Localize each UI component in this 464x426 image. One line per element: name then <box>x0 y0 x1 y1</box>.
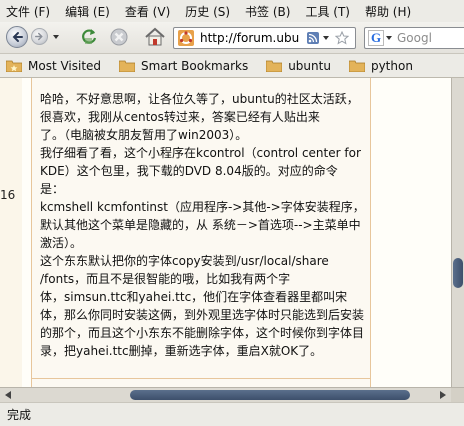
scrollbar-corner <box>451 388 464 402</box>
post-text-line: 激活）。 <box>40 236 83 250</box>
google-icon[interactable]: G <box>368 30 384 46</box>
horizontal-scroll-thumb[interactable] <box>130 390 410 400</box>
post-text-line: 这个东东默认把你的字体copy安装到/usr/local/share <box>40 254 329 268</box>
menu-help[interactable]: 帮助 (H) <box>359 3 411 20</box>
status-text: 完成 <box>7 408 32 422</box>
post-text-line: 了。（电脑被女朋友暂用了win2003）。 <box>40 128 248 142</box>
navigation-toolbar: http://forum.ubu G Googl <box>0 22 464 54</box>
post-text-line: 很喜欢，我刚从centos转过来，答案已经有人贴出来 <box>40 110 320 124</box>
post-text-line: 默认其他这个菜单是隐藏的，从 系统－>首选项-->主菜单中 <box>40 218 361 232</box>
status-bar: 完成 <box>0 402 464 426</box>
menu-edit[interactable]: 编辑 (E) <box>59 3 110 20</box>
url-text[interactable]: http://forum.ubu <box>200 31 304 45</box>
reload-icon <box>82 29 97 44</box>
bookmark-label: ubuntu <box>288 58 331 73</box>
post-text-line: 体，simsun.ttc和yahei.ttc，他们在字体查看器里都叫宋 <box>40 290 348 304</box>
ubuntu-site-icon <box>178 30 194 46</box>
folder-icon <box>348 60 365 72</box>
post-meta-column: 16 <box>0 78 22 387</box>
bookmarks-toolbar: Most Visited Smart Bookmarks ubuntu pyth… <box>0 54 464 78</box>
bookmark-star-icon[interactable] <box>335 31 349 45</box>
rss-feed-icon[interactable] <box>307 32 319 44</box>
page-margin-right <box>372 78 451 387</box>
forward-button[interactable] <box>31 28 48 45</box>
scroll-right-icon[interactable] <box>440 391 446 399</box>
menu-file[interactable]: 文件 (F) <box>0 3 50 20</box>
menu-view[interactable]: 查看 (V) <box>119 3 170 20</box>
post-text-line: 我仔细看了看，这个小程序在kcontrol（control center for <box>40 146 361 160</box>
search-bar[interactable]: G Googl <box>364 27 464 49</box>
post-divider <box>31 378 371 379</box>
bookmark-python[interactable]: python <box>348 58 413 73</box>
search-input[interactable]: Googl <box>397 31 464 45</box>
menu-tools[interactable]: 工具 (T) <box>299 3 350 20</box>
menu-history[interactable]: 历史 (S) <box>179 3 230 20</box>
forward-arrow-icon <box>35 32 43 41</box>
post-text-line: 的那个，而且这个小东东不能删除字体，这个时候你到字体目 <box>40 326 365 340</box>
bookmark-folder-icon <box>6 60 22 72</box>
home-button[interactable] <box>144 26 166 48</box>
url-dropdown-icon[interactable] <box>323 36 329 40</box>
post-text-line: 体，那么你同时安装这俩，到外观里选字体时只能选到后安装 <box>40 308 365 322</box>
post-text-line: 录，把yahei.ttc删掉，重新选字体，重启X就OK了。 <box>40 344 323 358</box>
reload-button[interactable] <box>79 27 99 47</box>
folder-icon <box>266 60 283 72</box>
history-dropdown-icon[interactable] <box>53 35 59 39</box>
menu-bookmarks[interactable]: 书签 (B) <box>239 3 290 20</box>
back-arrow-icon <box>12 32 23 42</box>
post-number: 16 <box>0 188 16 202</box>
bookmark-ubuntu[interactable]: ubuntu <box>266 59 331 73</box>
horizontal-scrollbar[interactable] <box>0 387 464 402</box>
page-content: 16 哈哈，不好意思啊，让各位久等了，ubuntu的社区太活跃， 很喜欢，我刚从… <box>0 78 451 387</box>
back-button[interactable] <box>6 26 28 48</box>
bookmark-most-visited[interactable]: Most Visited <box>6 59 101 73</box>
stop-icon <box>110 28 128 46</box>
scroll-left-icon[interactable] <box>5 391 11 399</box>
post-text-line: 哈哈，不好意思啊，让各位久等了，ubuntu的社区太活跃， <box>40 92 359 106</box>
post-text-line: /fonts，而且不是很智能的哦，比如我有两个字 <box>40 272 291 286</box>
post-text-line: 是： <box>40 182 65 196</box>
post-body: 哈哈，不好意思啊，让各位久等了，ubuntu的社区太活跃， 很喜欢，我刚从cen… <box>40 78 370 360</box>
bookmark-label: python <box>370 58 413 73</box>
search-engine-dropdown-icon[interactable] <box>386 36 392 40</box>
vertical-scrollbar[interactable] <box>451 78 464 387</box>
post-text-line: kcmshell kcmfontinst（应用程序->其他->字体安装程序， <box>40 200 365 214</box>
bookmark-smart-bookmarks[interactable]: Smart Bookmarks <box>119 59 248 73</box>
vertical-scroll-thumb[interactable] <box>453 258 463 288</box>
bookmark-label: Most Visited <box>28 58 102 73</box>
stop-button[interactable] <box>109 27 129 47</box>
menu-bar: 文件 (F) 编辑 (E) 查看 (V) 历史 (S) 书签 (B) 工具 (T… <box>0 0 464 22</box>
post-text-line: KDE）这个包里，我下载的DVD 8.04版的。对应的命令 <box>40 164 338 178</box>
folder-icon <box>119 60 136 72</box>
home-icon <box>145 27 165 46</box>
url-bar[interactable]: http://forum.ubu <box>173 27 356 49</box>
bookmark-label: Smart Bookmarks <box>141 58 249 73</box>
